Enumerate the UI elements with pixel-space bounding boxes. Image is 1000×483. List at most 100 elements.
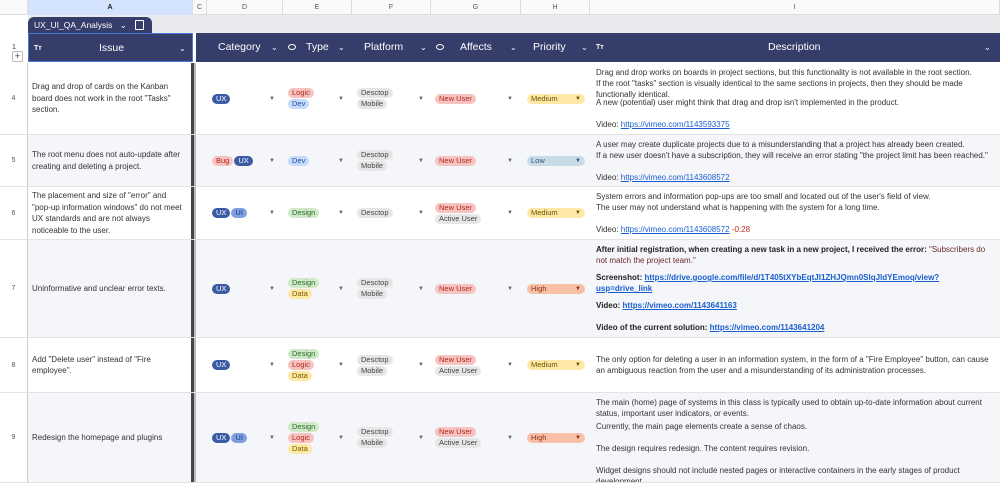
type-cell[interactable]: Design Logic Data ▼ <box>288 338 344 392</box>
dropdown-arrow-icon[interactable]: ▼ <box>575 284 581 294</box>
dropdown-arrow-icon[interactable]: ▼ <box>575 208 581 218</box>
calculator-icon[interactable] <box>135 20 144 30</box>
dropdown-arrow-icon[interactable]: ▼ <box>269 284 275 294</box>
column-header-c[interactable]: C <box>193 0 207 15</box>
category-cell[interactable]: Bug UX ▼ <box>212 135 275 186</box>
affects-cell[interactable]: New User ▼ <box>435 63 513 134</box>
issue-cell[interactable]: Redesign the homepage and plugins <box>28 393 194 482</box>
type-cell[interactable]: Logic Dev ▼ <box>288 63 344 134</box>
affects-cell[interactable]: New User Active User ▼ <box>435 393 513 482</box>
category-cell[interactable]: UX UI ▼ <box>212 187 275 239</box>
row-number[interactable]: 6 <box>0 187 28 239</box>
priority-select[interactable]: High ▼ <box>527 432 585 443</box>
dropdown-arrow-icon[interactable]: ▼ <box>418 94 424 104</box>
type-cell[interactable]: Dev ▼ <box>288 135 344 186</box>
affects-cell[interactable]: New User Active User ▼ <box>435 338 513 392</box>
category-cell[interactable]: UX ▼ <box>212 240 275 337</box>
dropdown-arrow-icon[interactable]: ▼ <box>338 433 344 443</box>
dropdown-arrow-icon[interactable]: ▼ <box>575 156 581 166</box>
row-number[interactable]: 9 <box>0 393 28 482</box>
chevron-down-icon[interactable]: ⌄ <box>271 33 278 62</box>
column-header-f[interactable]: F <box>352 0 431 15</box>
priority-select[interactable]: Medium ▼ <box>527 360 585 370</box>
platform-cell[interactable]: Desctop Mobile ▼ <box>357 63 424 134</box>
dropdown-arrow-icon[interactable]: ▼ <box>418 433 424 443</box>
dropdown-arrow-icon[interactable]: ▼ <box>418 284 424 294</box>
chevron-down-icon[interactable]: ⌄ <box>179 34 186 63</box>
issue-cell[interactable]: Uninformative and unclear error texts. <box>28 240 194 337</box>
description-cell[interactable]: Drag and drop works on boards in project… <box>590 63 1000 134</box>
dropdown-arrow-icon[interactable]: ▼ <box>575 94 581 104</box>
priority-cell[interactable]: High ▼ <box>527 240 587 337</box>
row-number[interactable]: 7 <box>0 240 28 337</box>
priority-cell[interactable]: High ▼ <box>527 393 587 482</box>
chevron-down-icon[interactable]: ⌄ <box>338 33 345 62</box>
link[interactable]: https://vimeo.com/1143641204 <box>710 323 825 332</box>
header-platform[interactable]: Platform ⌄ <box>364 33 427 62</box>
priority-select[interactable]: High ▼ <box>527 283 585 294</box>
header-issue[interactable]: Tт Issue ⌄ <box>28 33 193 62</box>
dropdown-arrow-icon[interactable]: ▼ <box>507 284 513 294</box>
header-category[interactable]: Category ⌄ <box>218 33 278 62</box>
category-cell[interactable]: UX ▼ <box>212 338 275 392</box>
category-cell[interactable]: UX UI ▼ <box>212 393 275 482</box>
priority-cell[interactable]: Low ▼ <box>527 135 587 186</box>
dropdown-arrow-icon[interactable]: ▼ <box>269 360 275 370</box>
chevron-down-icon[interactable]: ⌄ <box>984 33 991 62</box>
chevron-down-icon[interactable]: ⌄ <box>581 33 588 62</box>
column-header-g[interactable]: G <box>431 0 521 15</box>
description-cell[interactable]: After initial registration, when creatin… <box>590 240 1000 337</box>
row-number[interactable]: 8 <box>0 338 28 392</box>
chevron-down-icon[interactable]: ⌄ <box>420 33 427 62</box>
priority-select[interactable]: Medium ▼ <box>527 208 585 218</box>
type-cell[interactable]: Design Data ▼ <box>288 240 344 337</box>
priority-cell[interactable]: Medium ▼ <box>527 187 587 239</box>
table-name-tab[interactable]: UX_UI_QA_Analysis ⌄ <box>28 17 152 33</box>
dropdown-arrow-icon[interactable]: ▼ <box>418 156 424 166</box>
issue-cell[interactable]: The root menu does not auto-update after… <box>28 135 194 186</box>
column-header-a[interactable]: A <box>28 0 193 15</box>
description-cell[interactable]: The only option for deleting a user in a… <box>590 338 1000 392</box>
dropdown-arrow-icon[interactable]: ▼ <box>575 360 581 370</box>
dropdown-arrow-icon[interactable]: ▼ <box>507 433 513 443</box>
affects-cell[interactable]: New User ▼ <box>435 240 513 337</box>
dropdown-arrow-icon[interactable]: ▼ <box>418 208 424 218</box>
column-header-i[interactable]: I <box>590 0 1000 15</box>
chevron-down-icon[interactable]: ⌄ <box>510 33 517 62</box>
column-header-h[interactable]: H <box>521 0 590 15</box>
platform-cell[interactable]: Desctop Mobile ▼ <box>357 393 424 482</box>
dropdown-arrow-icon[interactable]: ▼ <box>507 94 513 104</box>
corner[interactable] <box>0 0 28 15</box>
link[interactable]: https://vimeo.com/1143641163 <box>623 301 737 310</box>
dropdown-arrow-icon[interactable]: ▼ <box>338 360 344 370</box>
column-header-e[interactable]: E <box>283 0 352 15</box>
affects-cell[interactable]: New User ▼ <box>435 135 513 186</box>
dropdown-arrow-icon[interactable]: ▼ <box>418 360 424 370</box>
issue-cell[interactable]: Add "Delete user" instead of "Fire emplo… <box>28 338 194 392</box>
dropdown-arrow-icon[interactable]: ▼ <box>338 208 344 218</box>
dropdown-arrow-icon[interactable]: ▼ <box>269 433 275 443</box>
platform-cell[interactable]: Desctop Mobile ▼ <box>357 338 424 392</box>
header-description[interactable]: Tт Description ⌄ <box>596 33 1000 62</box>
dropdown-arrow-icon[interactable]: ▼ <box>507 360 513 370</box>
header-priority[interactable]: Priority ⌄ <box>533 33 593 62</box>
link[interactable]: https://vimeo.com/1143608572 <box>621 225 730 234</box>
priority-select[interactable]: Low ▼ <box>527 155 585 166</box>
type-cell[interactable]: Design Logic Data ▼ <box>288 393 344 482</box>
dropdown-arrow-icon[interactable]: ▼ <box>338 156 344 166</box>
link[interactable]: https://vimeo.com/1143608572 <box>621 173 730 182</box>
category-cell[interactable]: UX ▼ <box>212 63 275 134</box>
priority-cell[interactable]: Medium ▼ <box>527 338 587 392</box>
platform-cell[interactable]: Desctop ▼ <box>357 187 424 239</box>
platform-cell[interactable]: Desctop Mobile ▼ <box>357 240 424 337</box>
dropdown-arrow-icon[interactable]: ▼ <box>507 156 513 166</box>
header-affects[interactable]: Affects ⌄ <box>436 33 518 62</box>
platform-cell[interactable]: Desctop Mobile ▼ <box>357 135 424 186</box>
row-number[interactable]: 4 <box>0 63 28 134</box>
dropdown-arrow-icon[interactable]: ▼ <box>269 208 275 218</box>
issue-cell[interactable]: The placement and size of "error" and "p… <box>28 187 194 239</box>
dropdown-arrow-icon[interactable]: ▼ <box>338 284 344 294</box>
issue-cell[interactable]: Drag and drop of cards on the Kanban boa… <box>28 63 194 134</box>
link[interactable]: https://vimeo.com/1143593375 <box>621 120 730 129</box>
column-header-d[interactable]: D <box>207 0 283 15</box>
